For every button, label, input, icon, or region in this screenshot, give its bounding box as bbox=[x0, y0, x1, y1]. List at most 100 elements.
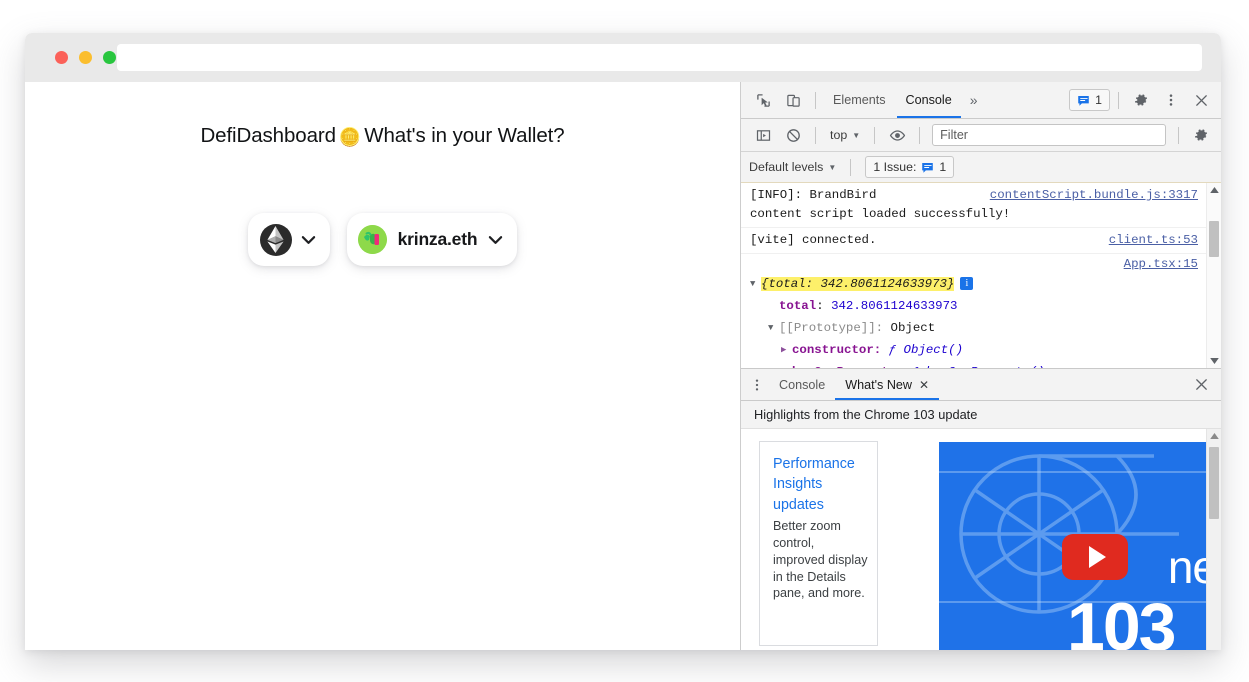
execution-context-dropdown[interactable]: top ▼ bbox=[824, 124, 866, 146]
prototype-value: Object bbox=[890, 320, 936, 335]
whats-new-link-line3[interactable]: updates bbox=[773, 495, 868, 515]
close-window-button[interactable] bbox=[55, 51, 68, 64]
scroll-up-arrow[interactable] bbox=[1207, 183, 1221, 197]
object-preview-row[interactable]: ▼ {total: 342.8061124633973} i bbox=[750, 273, 1198, 295]
browser-window: DefiDashboard 🪙 What's in your Wallet? k… bbox=[25, 33, 1221, 650]
inspect-element-icon[interactable] bbox=[749, 86, 777, 114]
prototype-label: [[Prototype]]: bbox=[779, 320, 884, 335]
play-button-icon[interactable] bbox=[1062, 534, 1128, 580]
divider bbox=[919, 126, 921, 144]
scroll-down-arrow[interactable] bbox=[1207, 354, 1221, 368]
scroll-up-arrow[interactable] bbox=[1207, 429, 1221, 443]
issues-bar-label: 1 Issue: bbox=[873, 160, 917, 174]
live-expression-icon[interactable] bbox=[883, 121, 911, 149]
divider bbox=[874, 126, 876, 144]
browser-viewport: DefiDashboard 🪙 What's in your Wallet? k… bbox=[25, 82, 1221, 650]
constructor-key: constructor: bbox=[792, 342, 882, 357]
gear-icon[interactable] bbox=[1187, 121, 1215, 149]
expand-triangle-icon[interactable]: ▼ bbox=[768, 321, 779, 336]
object-preview-key: total: bbox=[768, 276, 814, 291]
whats-new-thumbnail[interactable]: ne 103 bbox=[939, 442, 1219, 650]
account-selector-button[interactable]: krinza.eth bbox=[346, 213, 518, 266]
drawer-tab-whats-new[interactable]: What's New ✕ bbox=[835, 369, 939, 400]
gear-icon[interactable] bbox=[1127, 86, 1155, 114]
devtools-tabbar: Elements Console » 1 bbox=[741, 82, 1221, 119]
divider bbox=[1118, 91, 1119, 109]
chevron-down-icon: ▼ bbox=[828, 162, 837, 172]
drawer-tab-label: What's New bbox=[845, 377, 913, 392]
maximize-window-button[interactable] bbox=[103, 51, 116, 64]
scrollbar-thumb[interactable] bbox=[1209, 447, 1219, 519]
whats-new-link-line1[interactable]: Performance bbox=[773, 454, 868, 474]
drawer-tab-label: Console bbox=[779, 377, 826, 392]
ethereum-logo-icon bbox=[259, 223, 292, 256]
account-name: krinza.eth bbox=[397, 229, 478, 249]
close-tab-icon[interactable]: ✕ bbox=[919, 378, 929, 392]
chevron-down-icon bbox=[301, 235, 315, 244]
console-toolbar: top ▼ bbox=[741, 119, 1221, 152]
issue-speech-icon bbox=[1078, 95, 1089, 106]
issues-bar-button[interactable]: 1 Issue: 1 bbox=[865, 156, 955, 178]
address-bar[interactable] bbox=[117, 44, 1202, 71]
browser-titlebar bbox=[25, 33, 1221, 82]
drawer-tab-console[interactable]: Console bbox=[769, 369, 835, 400]
prototype-row[interactable]: ▼ [[Prototype]]: Object bbox=[750, 317, 1198, 339]
whats-new-scrollbar[interactable] bbox=[1206, 429, 1221, 650]
chevron-down-icon bbox=[489, 235, 503, 244]
issues-badge[interactable]: 1 bbox=[1069, 89, 1110, 111]
collapse-triangle-icon[interactable]: ▶ bbox=[781, 343, 792, 358]
wallet-controls: krinza.eth bbox=[25, 213, 740, 266]
expand-triangle-icon[interactable]: ▼ bbox=[750, 277, 761, 292]
property-key: total bbox=[779, 298, 817, 313]
whats-new-card[interactable]: Performance Insights updates Better zoom… bbox=[759, 441, 878, 646]
console-scrollbar[interactable] bbox=[1206, 183, 1221, 368]
hasownproperty-key: hasOwnProperty: bbox=[792, 365, 904, 368]
console-message[interactable]: [vite] connected. client.ts:53 bbox=[741, 228, 1206, 254]
collapse-triangle-icon[interactable]: ▶ bbox=[781, 365, 792, 368]
hasownproperty-row[interactable]: ▶hasOwnProperty: ƒ hasOwnProperty() bbox=[750, 361, 1198, 368]
console-source-link[interactable]: client.ts:53 bbox=[1109, 231, 1198, 250]
console-sidebar-icon[interactable] bbox=[749, 121, 777, 149]
divider bbox=[815, 126, 816, 144]
hasownproperty-value: ƒ hasOwnProperty() bbox=[911, 365, 1045, 368]
device-toolbar-icon[interactable] bbox=[779, 86, 807, 114]
console-message[interactable]: [INFO]: BrandBird content script loaded … bbox=[741, 183, 1206, 228]
scrollbar-thumb[interactable] bbox=[1209, 221, 1219, 257]
close-icon[interactable] bbox=[1187, 86, 1215, 114]
tab-console[interactable]: Console bbox=[896, 82, 961, 118]
minimize-window-button[interactable] bbox=[79, 51, 92, 64]
more-tools-icon[interactable] bbox=[745, 378, 769, 392]
traffic-lights bbox=[55, 51, 116, 64]
log-levels-value: Default levels bbox=[749, 160, 824, 174]
console-message-line2: content script loaded successfully! bbox=[750, 206, 1011, 221]
console-object-message[interactable]: App.tsx:15 ▼ {total: 342.8061124633973} i … bbox=[741, 254, 1206, 368]
issues-count: 1 bbox=[1095, 93, 1102, 107]
more-tabs-icon[interactable]: » bbox=[963, 92, 985, 108]
chain-selector-button[interactable] bbox=[247, 213, 330, 266]
devtools-panel: Elements Console » 1 top ▼ Filter Defaul… bbox=[740, 82, 1221, 650]
console-source-link[interactable]: App.tsx:15 bbox=[1124, 255, 1198, 274]
divider bbox=[815, 91, 816, 109]
avatar bbox=[357, 225, 387, 254]
close-drawer-icon[interactable] bbox=[1187, 371, 1215, 399]
console-filter-input[interactable] bbox=[932, 124, 1166, 146]
object-preview: {total: 342.8061124633973} bbox=[761, 276, 955, 291]
console-messages-area[interactable]: [INFO]: BrandBird content script loaded … bbox=[741, 183, 1221, 368]
whats-new-content: Performance Insights updates Better zoom… bbox=[741, 429, 1221, 650]
log-levels-dropdown[interactable]: Default levels ▼ bbox=[749, 160, 836, 174]
clear-console-icon[interactable] bbox=[779, 121, 807, 149]
whats-new-link-line2[interactable]: Insights bbox=[773, 474, 868, 494]
constructor-row[interactable]: ▶ constructor: ƒ Object() bbox=[750, 339, 1198, 361]
page-title-prefix: DefiDashboard bbox=[200, 124, 336, 147]
whats-new-description: Better zoom control, improved display in… bbox=[773, 518, 868, 601]
web-page-content: DefiDashboard 🪙 What's in your Wallet? k… bbox=[25, 82, 740, 650]
page-title: DefiDashboard 🪙 What's in your Wallet? bbox=[25, 124, 740, 148]
console-level-bar: Default levels ▼ 1 Issue: 1 bbox=[741, 152, 1221, 183]
more-options-icon[interactable] bbox=[1157, 86, 1185, 114]
chevron-down-icon: ▼ bbox=[852, 130, 861, 140]
tab-elements[interactable]: Elements bbox=[824, 82, 895, 118]
issue-speech-icon bbox=[922, 162, 934, 173]
info-icon[interactable]: i bbox=[960, 276, 974, 290]
console-source-link[interactable]: contentScript.bundle.js:3317 bbox=[990, 186, 1198, 205]
object-preview-value: 342.8061124633973 bbox=[820, 276, 947, 291]
